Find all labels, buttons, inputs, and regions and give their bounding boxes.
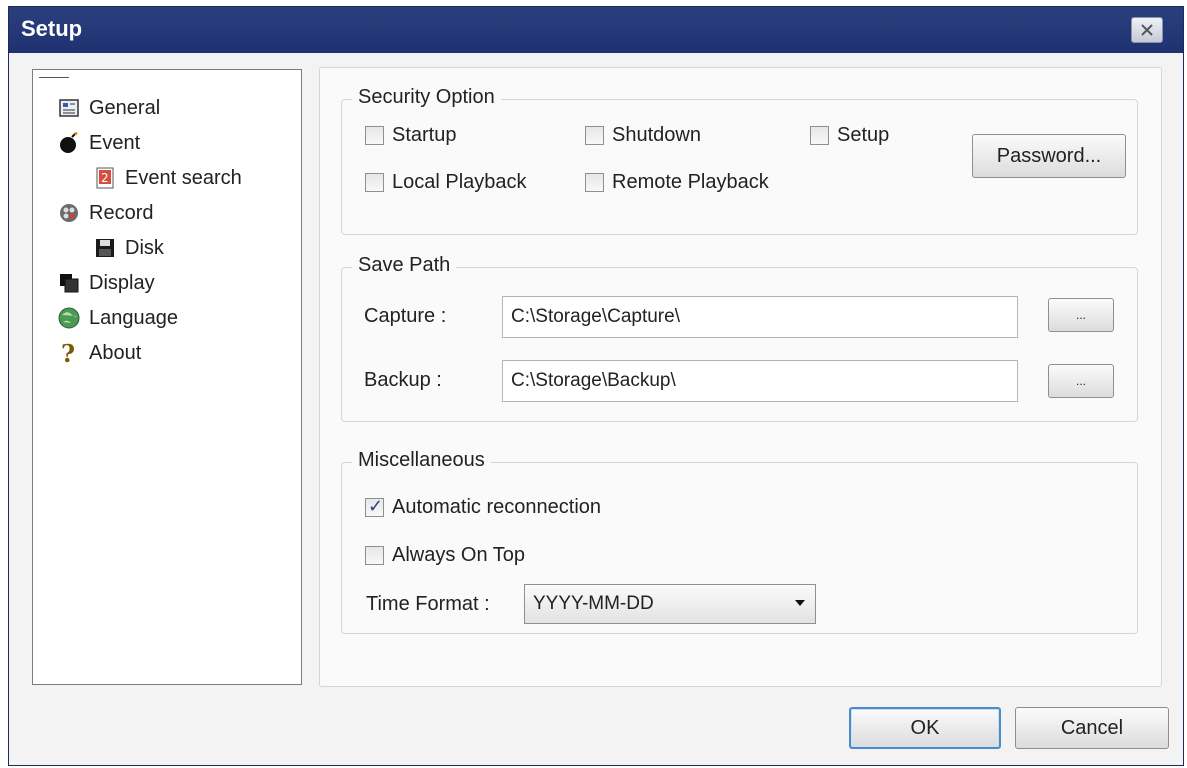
svg-text:?: ?: [61, 341, 75, 365]
checkbox-label: Startup: [392, 124, 457, 146]
close-button[interactable]: [1131, 17, 1163, 43]
checkbox-label: Setup: [837, 124, 890, 146]
tree-item-label: Disk: [125, 236, 164, 259]
setup-checkbox[interactable]: Setup: [810, 124, 889, 147]
tree-item-general[interactable]: General: [57, 94, 160, 122]
tree-item-event[interactable]: Event: [57, 129, 140, 157]
event-icon: [57, 131, 81, 155]
tree-item-label: General: [89, 96, 161, 119]
close-icon: [1141, 24, 1153, 36]
backup-path-input[interactable]: C:\Storage\Backup\: [502, 360, 1018, 402]
checkbox-box[interactable]: [585, 173, 604, 192]
window-title: Setup: [21, 16, 83, 41]
tree-item-disk[interactable]: Disk: [93, 234, 164, 262]
group-title: Security Option: [352, 86, 501, 109]
cancel-button[interactable]: Cancel: [1015, 707, 1169, 749]
checkbox-box[interactable]: [365, 546, 384, 565]
miscellaneous-group: Miscellaneous Automatic reconnection Alw…: [341, 449, 1138, 634]
tree-item-label: Display: [89, 271, 155, 294]
group-title: Miscellaneous: [352, 449, 491, 472]
disk-icon: [93, 236, 117, 260]
group-title: Save Path: [352, 254, 457, 277]
svg-text:2: 2: [101, 171, 109, 185]
event-search-icon: 2: [93, 166, 117, 190]
checkbox-box[interactable]: [365, 496, 384, 517]
automatic-reconnection-checkbox[interactable]: Automatic reconnection: [365, 496, 601, 519]
capture-browse-button[interactable]: ...: [1048, 298, 1114, 332]
time-format-value: YYYY-MM-DD: [533, 593, 654, 614]
language-icon: [57, 306, 81, 330]
settings-tree: General Event 2 Event search Record Disk: [32, 69, 302, 685]
checkbox-box[interactable]: [810, 126, 829, 145]
tree-item-label: Language: [89, 306, 178, 329]
always-on-top-checkbox[interactable]: Always On Top: [365, 544, 525, 567]
record-icon: [57, 201, 81, 225]
remote-playback-checkbox[interactable]: Remote Playback: [585, 171, 769, 194]
title-bar[interactable]: Setup: [9, 7, 1183, 53]
settings-panel: Security Option Startup Shutdown Setup L…: [319, 67, 1162, 687]
tree-item-language[interactable]: Language: [57, 304, 178, 332]
backup-label: Backup :: [364, 369, 442, 391]
capture-label: Capture :: [364, 305, 447, 327]
tree-root-line: [39, 77, 69, 78]
checkbox-label: Local Playback: [392, 171, 527, 193]
time-format-label: Time Format :: [366, 593, 490, 615]
checkbox-label: Always On Top: [392, 544, 526, 566]
checkbox-box[interactable]: [365, 173, 384, 192]
checkbox-box[interactable]: [365, 126, 384, 145]
checkbox-label: Remote Playback: [612, 171, 769, 193]
setup-window: Setup General Event 2 Event search Recor…: [8, 6, 1184, 766]
checkbox-label: Shutdown: [612, 124, 701, 146]
ok-button[interactable]: OK: [849, 707, 1001, 749]
backup-browse-button[interactable]: ...: [1048, 364, 1114, 398]
chevron-down-icon: [795, 600, 805, 606]
tree-item-label: Event: [89, 131, 141, 154]
tree-item-label: Record: [89, 201, 154, 224]
startup-checkbox[interactable]: Startup: [365, 124, 456, 147]
save-path-group: Save Path Capture : C:\Storage\Capture\ …: [341, 254, 1138, 422]
tree-item-about[interactable]: ? About: [57, 339, 142, 368]
time-format-select[interactable]: YYYY-MM-DD: [524, 584, 816, 624]
local-playback-checkbox[interactable]: Local Playback: [365, 171, 527, 194]
tree-item-label: About: [89, 341, 142, 364]
capture-path-input[interactable]: C:\Storage\Capture\: [502, 296, 1018, 338]
checkbox-label: Automatic reconnection: [392, 496, 602, 518]
security-option-group: Security Option Startup Shutdown Setup L…: [341, 86, 1138, 235]
tree-item-display[interactable]: Display: [57, 269, 155, 297]
tree-item-record[interactable]: Record: [57, 199, 153, 227]
general-icon: [57, 96, 81, 120]
display-icon: [57, 271, 81, 295]
tree-item-event-search[interactable]: 2 Event search: [93, 164, 242, 192]
shutdown-checkbox[interactable]: Shutdown: [585, 124, 701, 147]
about-icon: ?: [57, 339, 81, 368]
password-button[interactable]: Password...: [972, 134, 1126, 178]
checkbox-box[interactable]: [585, 126, 604, 145]
tree-item-label: Event search: [125, 166, 242, 189]
